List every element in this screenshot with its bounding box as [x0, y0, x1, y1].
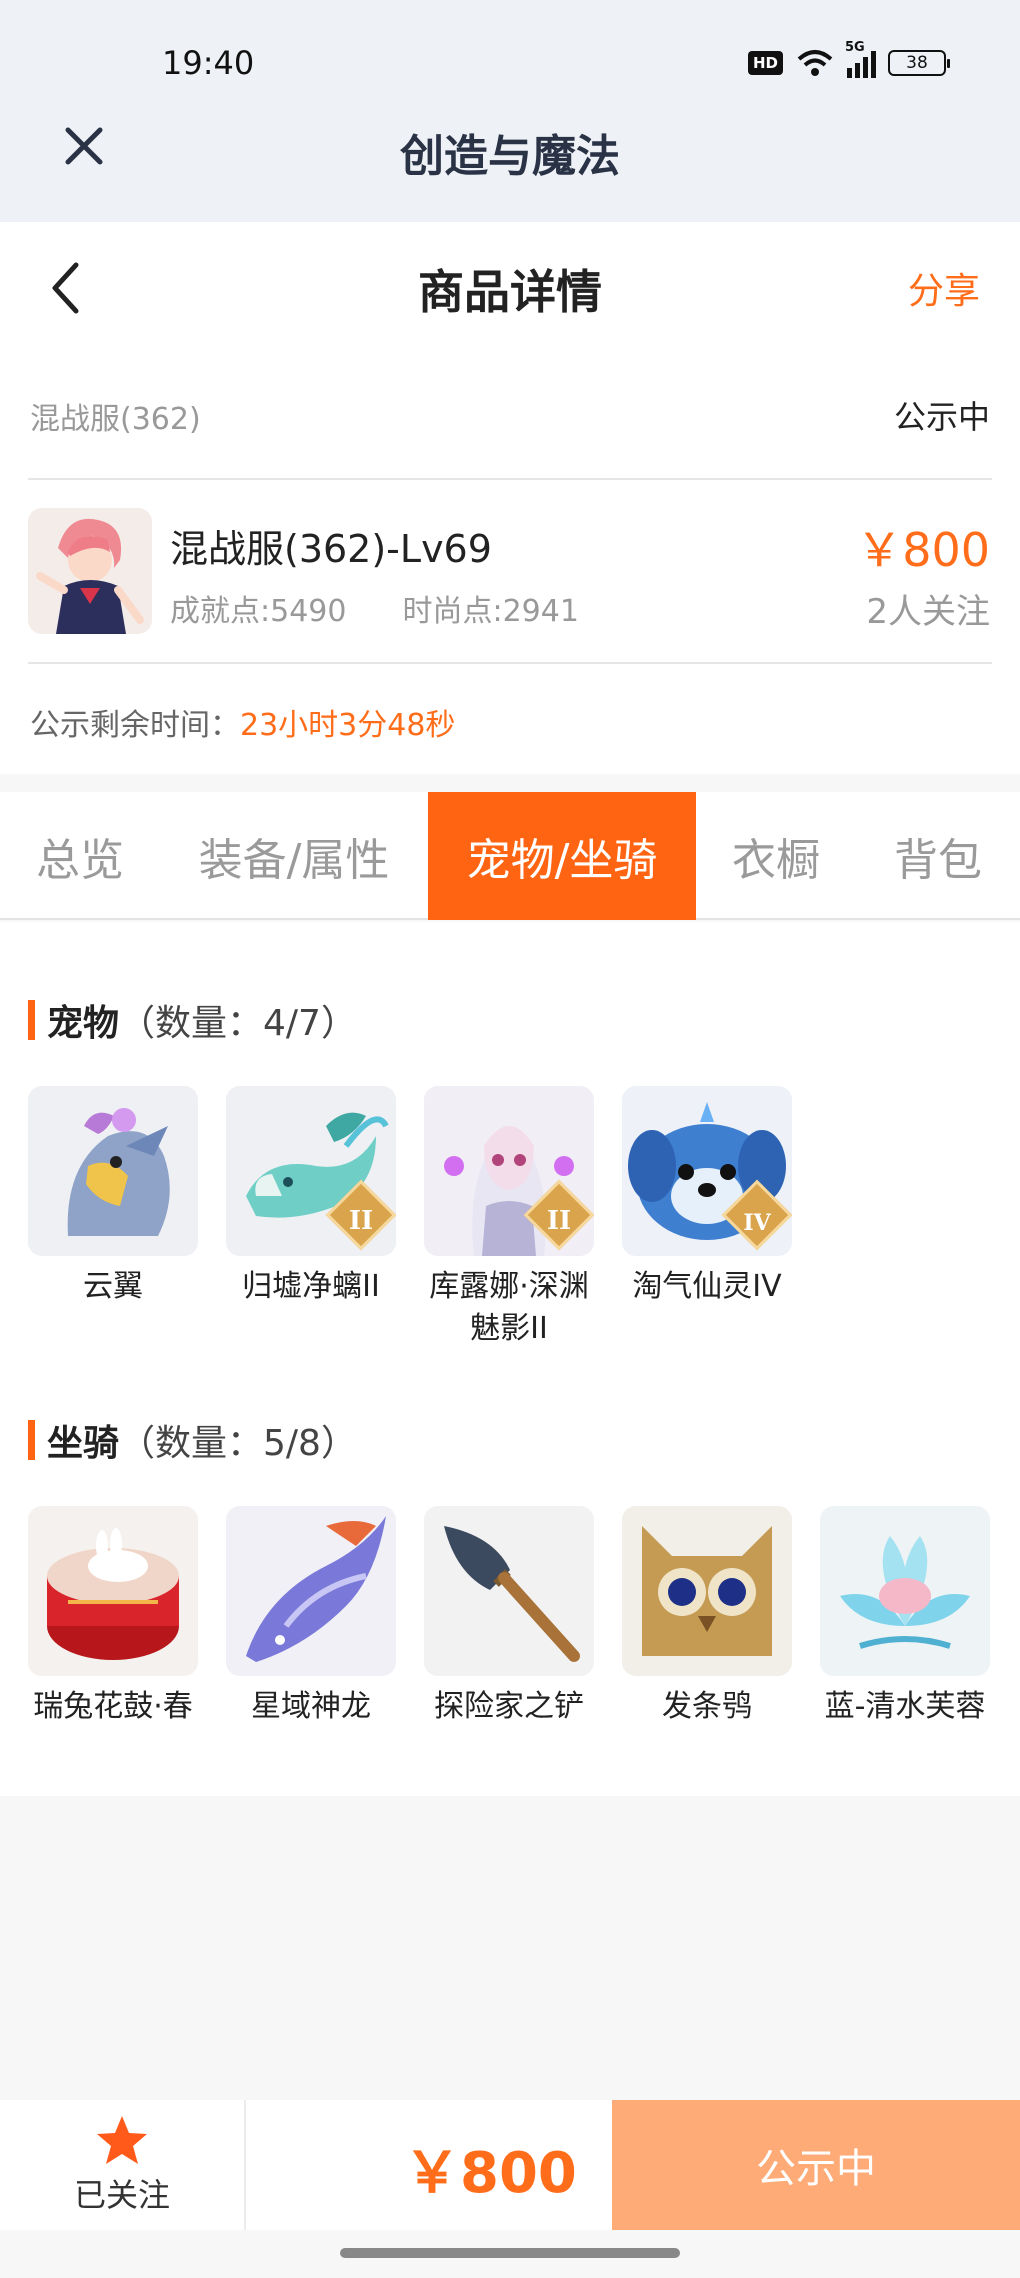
- page-title: 商品详情: [418, 265, 602, 319]
- follower-count: 2人关注: [866, 592, 990, 632]
- follow-button[interactable]: 已关注: [0, 2100, 244, 2230]
- bottom-action-bar: 已关注 ￥800 公示中: [0, 2100, 1020, 2230]
- pets-count: （数量：4/7）: [119, 1003, 357, 1044]
- mounts-count: （数量：5/8）: [119, 1423, 357, 1464]
- pets-section-title: 宠物 （数量：4/7）: [28, 994, 357, 1046]
- pet-item[interactable]: II 归墟净螭II: [226, 1086, 396, 1308]
- follow-label: 已关注: [73, 2176, 170, 2214]
- share-button[interactable]: 分享: [908, 262, 980, 314]
- mount-name: 探险家之铲: [434, 1689, 584, 1724]
- fashion-points: 时尚点:2941: [402, 594, 579, 629]
- wifi-icon: [797, 50, 833, 76]
- hd-icon: HD: [747, 51, 783, 75]
- character-avatar[interactable]: [28, 508, 152, 634]
- abyss-spirit-icon: II: [424, 1086, 594, 1256]
- divider: [244, 2100, 246, 2230]
- shovel-icon: [424, 1506, 594, 1676]
- mount-item[interactable]: 发条鸮: [622, 1506, 792, 1728]
- status-action-button[interactable]: 公示中: [612, 2100, 1020, 2230]
- divider: [28, 478, 992, 480]
- section-accent-bar: [28, 1000, 35, 1040]
- character-stats: 成就点:5490 时尚点:2941: [170, 586, 579, 630]
- mount-name: 星域神龙: [251, 1689, 371, 1724]
- home-indicator[interactable]: [340, 2248, 680, 2258]
- clockwork-owl-icon: [622, 1506, 792, 1676]
- rank-badge-text: II: [348, 1206, 374, 1236]
- mount-item[interactable]: 星域神龙: [226, 1506, 396, 1728]
- listing-status: 公示中: [893, 398, 990, 436]
- remaining-time-label: 公示剩余时间：: [30, 708, 240, 743]
- pets-title: 宠物: [47, 1003, 120, 1044]
- cellular-signal-icon: 5G: [845, 40, 876, 78]
- pet-name: 淘气仙灵IV: [632, 1269, 782, 1304]
- mount-item[interactable]: 探险家之铲: [424, 1506, 594, 1728]
- pet-item[interactable]: 云翼: [28, 1086, 198, 1308]
- tab-pets-mounts[interactable]: 宠物/坐骑: [428, 792, 696, 920]
- griffin-icon: [28, 1086, 198, 1256]
- character-name: 混战服(362)-Lv69: [170, 527, 492, 571]
- pet-item[interactable]: IV 淘气仙灵IV: [622, 1086, 792, 1308]
- remaining-time: 公示剩余时间：23小时3分48秒: [30, 700, 455, 744]
- tab-overview[interactable]: 总览: [0, 792, 160, 920]
- blue-pup-icon: IV: [622, 1086, 792, 1256]
- mount-name: 瑞兔花鼓·春: [33, 1689, 193, 1724]
- listing-price: ￥800: [856, 523, 990, 577]
- top-area: 19:40 HD 5G 38 创造与魔法: [0, 0, 1020, 222]
- mounts-section-title: 坐骑 （数量：5/8）: [28, 1414, 357, 1466]
- mount-item[interactable]: 瑞兔花鼓·春: [28, 1506, 198, 1728]
- pet-name: 归墟净螭II: [242, 1269, 380, 1304]
- server-label: 混战服(362): [30, 402, 201, 437]
- star-dragon-icon: [226, 1506, 396, 1676]
- mount-item[interactable]: 蓝-清水芙蓉: [820, 1506, 990, 1728]
- bottom-price: ￥800: [404, 2141, 577, 2206]
- achievement-points: 成就点:5490: [170, 594, 347, 629]
- pet-name: 云翼: [83, 1269, 143, 1304]
- network-type-label: 5G: [845, 40, 865, 55]
- section-accent-bar: [28, 1420, 35, 1460]
- mount-name: 蓝-清水芙蓉: [824, 1689, 986, 1724]
- tab-backpack[interactable]: 背包: [856, 792, 1020, 920]
- mount-name: 发条鸮: [662, 1689, 752, 1724]
- status-time: 19:40: [162, 44, 255, 82]
- status-icons: HD 5G 38: [747, 40, 950, 78]
- rank-badge-text: IV: [743, 1210, 771, 1236]
- app-title: 创造与魔法: [400, 131, 620, 182]
- tab-bar: 总览 装备/属性 宠物/坐骑 衣橱 背包: [0, 792, 1020, 920]
- blue-lotus-icon: [820, 1506, 990, 1676]
- battery-icon: 38: [888, 50, 950, 76]
- mounts-title: 坐骑: [47, 1423, 120, 1464]
- jade-dragon-icon: II: [226, 1086, 396, 1256]
- pet-item[interactable]: II 库露娜·深渊魅影II: [424, 1086, 594, 1350]
- remaining-time-value: 23小时3分48秒: [240, 708, 456, 743]
- battery-level: 38: [906, 53, 928, 73]
- pet-name: 库露娜·深渊魅影II: [429, 1269, 589, 1346]
- divider: [28, 662, 992, 664]
- tab-wardrobe[interactable]: 衣橱: [696, 792, 856, 920]
- rank-badge-text: II: [546, 1206, 572, 1236]
- tab-equipment[interactable]: 装备/属性: [160, 792, 428, 920]
- star-icon: [97, 2116, 147, 2164]
- character-portrait-icon: [28, 508, 152, 634]
- rabbit-drum-icon: [28, 1506, 198, 1676]
